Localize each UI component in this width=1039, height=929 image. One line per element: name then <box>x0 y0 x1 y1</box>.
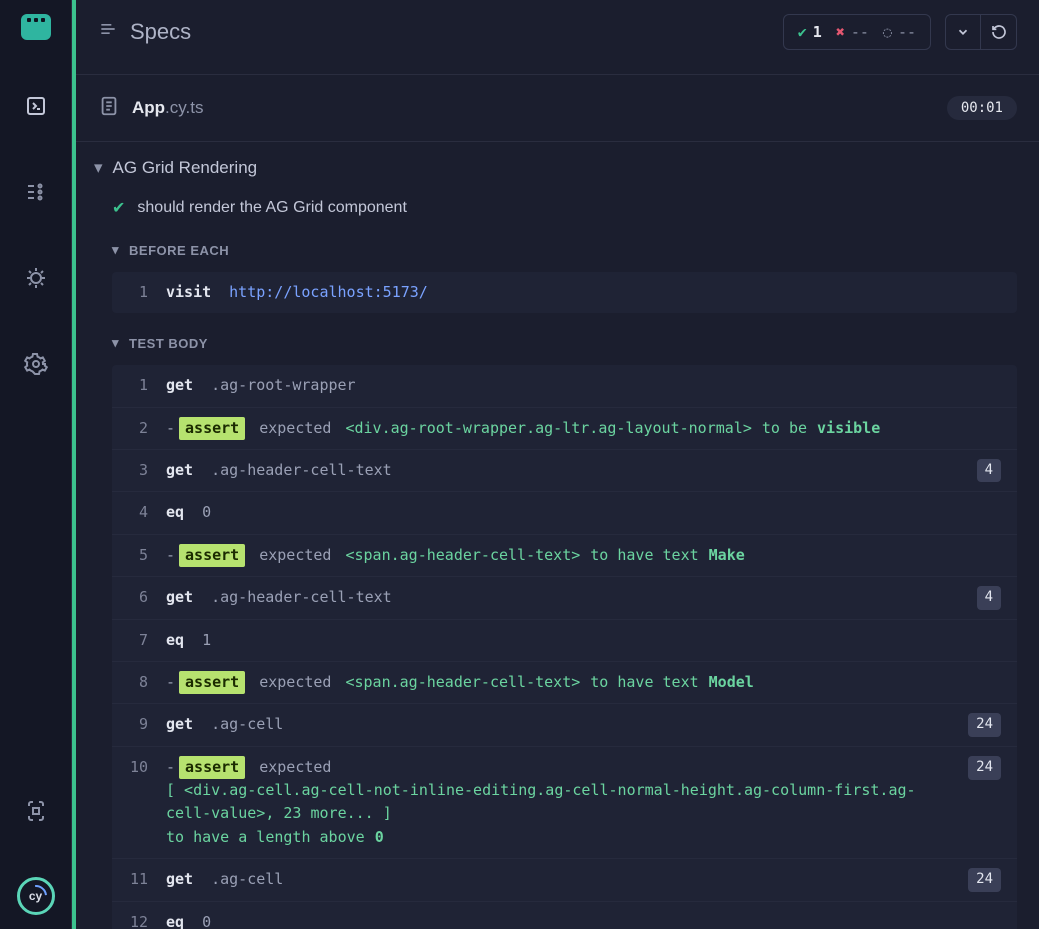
command-row[interactable]: 11 get.ag-cell 24 <box>112 858 1017 901</box>
nav-specs-icon[interactable] <box>16 86 56 126</box>
stat-failed: ✖-- <box>836 23 869 41</box>
command-row[interactable]: 10 -assertexpected[ <div.ag-cell.ag-cell… <box>112 746 1017 858</box>
sidebar: cy <box>0 0 72 929</box>
assert-badge: assert <box>179 671 245 694</box>
count-badge: 24 <box>968 868 1001 892</box>
cypress-logo-icon[interactable]: cy <box>17 877 55 915</box>
command-row[interactable]: 4 eq0 <box>112 491 1017 533</box>
suite-header[interactable]: ▾ AG Grid Rendering <box>84 148 1017 192</box>
count-badge: 4 <box>977 586 1001 610</box>
topbar: Specs ✔1 ✖-- ◌-- <box>76 0 1039 75</box>
nav-runs-icon[interactable] <box>16 172 56 212</box>
command-row[interactable]: 2 -assertexpected<div.ag-root-wrapper.ag… <box>112 407 1017 449</box>
check-icon: ✔ <box>798 23 807 41</box>
command-row[interactable]: 1 get.ag-root-wrapper <box>112 365 1017 406</box>
chevron-down-icon: ▾ <box>112 242 119 258</box>
suite-title: AG Grid Rendering <box>113 158 258 178</box>
keyboard-shortcuts-icon[interactable] <box>16 791 56 831</box>
command-row[interactable]: 9 get.ag-cell 24 <box>112 703 1017 746</box>
command-row[interactable]: 12 eq0 <box>112 901 1017 929</box>
main-panel: Specs ✔1 ✖-- ◌-- App.cy.ts <box>72 0 1039 929</box>
assert-badge: assert <box>179 544 245 567</box>
pending-icon: ◌ <box>883 23 892 41</box>
count-badge: 24 <box>968 713 1001 737</box>
command-row[interactable]: 1 visit http://localhost:5173/ <box>112 272 1017 313</box>
test-body-commands: 1 get.ag-root-wrapper 2 -assertexpected<… <box>112 365 1017 929</box>
spec-filename: App.cy.ts <box>132 98 203 118</box>
chevron-down-icon: ▾ <box>112 335 119 351</box>
test-stats: ✔1 ✖-- ◌-- <box>783 14 931 50</box>
command-row[interactable]: 5 -assertexpected<span.ag-header-cell-te… <box>112 534 1017 576</box>
nav-settings-icon[interactable] <box>16 344 56 384</box>
check-icon: ✔ <box>112 198 125 218</box>
section-test-body[interactable]: ▾ TEST BODY <box>84 325 1017 361</box>
stat-passed: ✔1 <box>798 23 822 41</box>
assert-badge: assert <box>179 756 245 779</box>
command-row[interactable]: 7 eq1 <box>112 619 1017 661</box>
command-row[interactable]: 3 get.ag-header-cell-text 4 <box>112 449 1017 492</box>
spec-file-bar[interactable]: App.cy.ts 00:01 <box>76 75 1039 142</box>
count-badge: 24 <box>968 756 1001 780</box>
reporter-body: ▾ AG Grid Rendering ✔ should render the … <box>76 142 1039 929</box>
duration-badge: 00:01 <box>947 96 1017 120</box>
stat-pending: ◌-- <box>883 23 916 41</box>
command-row[interactable]: 8 -assertexpected<span.ag-header-cell-te… <box>112 661 1017 703</box>
before-each-commands: 1 visit http://localhost:5173/ <box>112 272 1017 313</box>
assert-badge: assert <box>179 417 245 440</box>
run-controls <box>945 14 1017 50</box>
rerun-button[interactable] <box>981 14 1017 50</box>
section-before-each[interactable]: ▾ BEFORE EACH <box>84 232 1017 268</box>
command-row[interactable]: 6 get.ag-header-cell-text 4 <box>112 576 1017 619</box>
count-badge: 4 <box>977 459 1001 483</box>
test-header[interactable]: ✔ should render the AG Grid component <box>84 192 1017 232</box>
x-icon: ✖ <box>836 23 845 41</box>
next-button[interactable] <box>945 14 981 50</box>
specs-icon <box>98 19 118 45</box>
chevron-down-icon: ▾ <box>94 158 103 178</box>
page-title: Specs <box>98 19 191 45</box>
nav-debug-icon[interactable] <box>16 258 56 298</box>
file-icon <box>98 95 120 121</box>
app-logo-icon[interactable] <box>21 14 51 40</box>
page-title-text: Specs <box>130 19 191 45</box>
test-title: should render the AG Grid component <box>137 199 407 217</box>
